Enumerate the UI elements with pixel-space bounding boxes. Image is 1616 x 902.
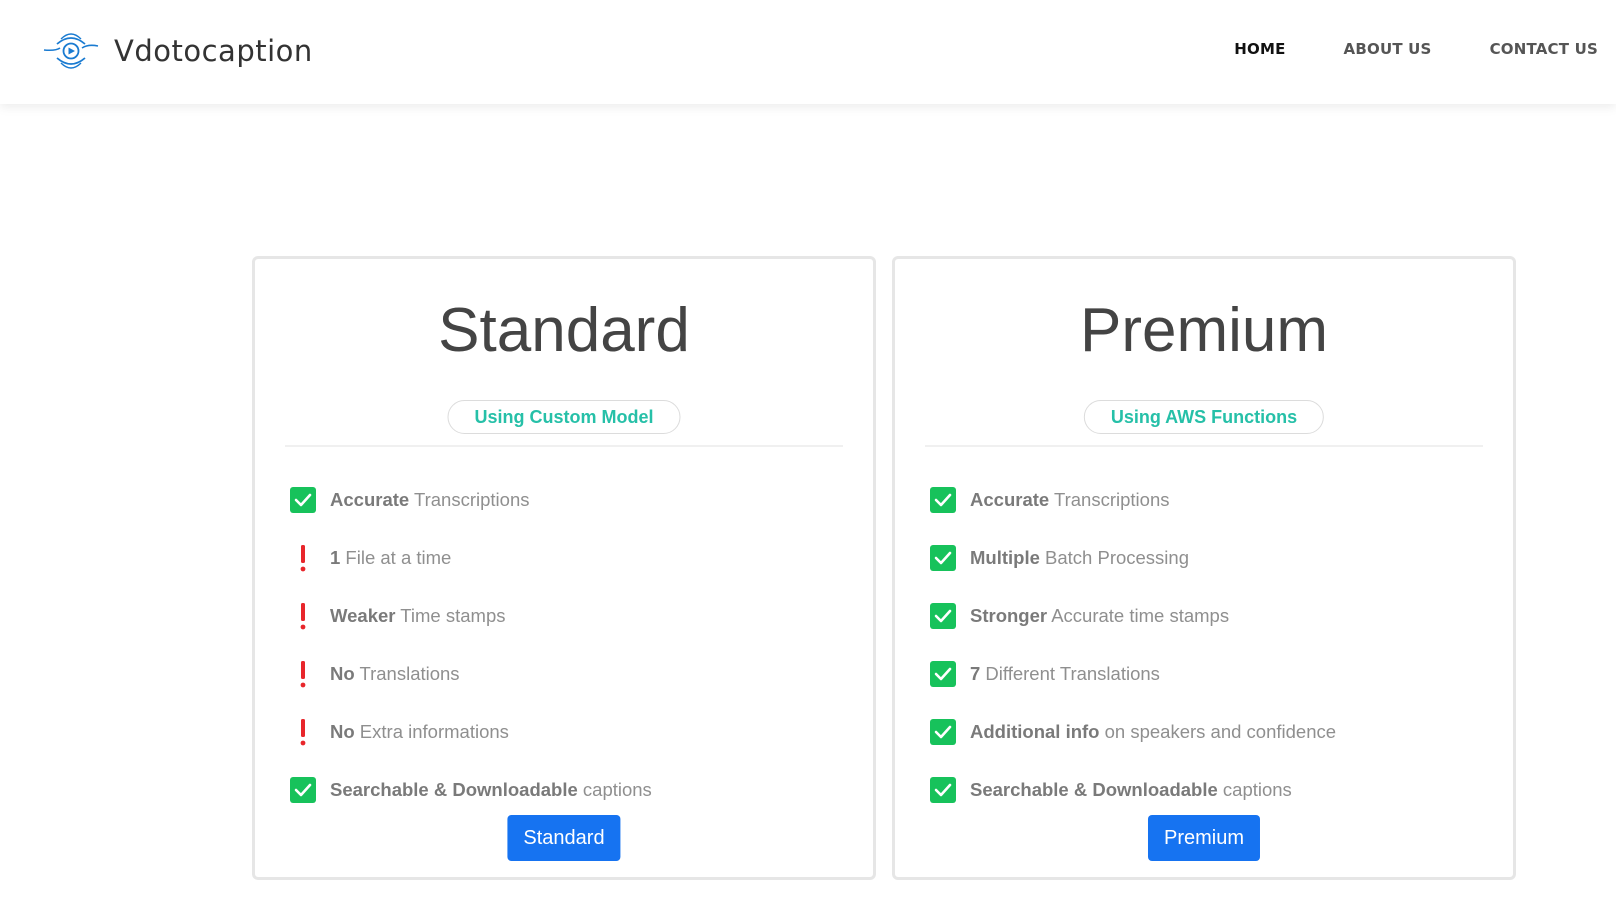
feature-detail: on speakers and confidence: [1099, 721, 1337, 742]
feature-item: Accurate Transcriptions: [290, 471, 652, 529]
exclamation-icon: [290, 718, 330, 746]
exclamation-icon: [290, 660, 330, 688]
plan-card-premium: Premium Using AWS Functions Accurate Tra…: [892, 256, 1516, 880]
plan-card-standard: Standard Using Custom Model Accurate Tra…: [252, 256, 876, 880]
feature-highlight: Stronger: [970, 605, 1048, 626]
plan-title: Premium: [1079, 296, 1329, 365]
checkmark-icon: [290, 487, 330, 513]
feature-item: Multiple Batch Processing: [930, 529, 1336, 587]
select-premium-button[interactable]: Premium: [1147, 815, 1261, 861]
plan-badge: Using AWS Functions: [1083, 400, 1325, 434]
feature-highlight: No: [330, 721, 355, 742]
feature-item: Searchable & Downloadable captions: [930, 761, 1336, 819]
feature-text: Accurate Transcriptions: [330, 489, 529, 511]
feature-item: Additional info on speakers and confiden…: [930, 703, 1336, 761]
feature-text: No Translations: [330, 663, 460, 685]
feature-highlight: 7: [970, 663, 981, 684]
feature-highlight: No: [330, 663, 355, 684]
feature-highlight: 1: [330, 547, 341, 568]
feature-detail: Different Translations: [980, 663, 1160, 684]
checkmark-icon: [930, 719, 970, 745]
feature-item: Accurate Transcriptions: [930, 471, 1336, 529]
feature-text: Accurate Transcriptions: [970, 489, 1169, 511]
checkmark-icon: [930, 777, 970, 803]
feature-detail: captions: [1217, 779, 1292, 800]
feature-detail: Accurate time stamps: [1047, 605, 1230, 626]
feature-text: Weaker Time stamps: [330, 605, 505, 627]
feature-text: Searchable & Downloadable captions: [970, 779, 1292, 801]
checkmark-icon: [930, 603, 970, 629]
exclamation-icon: [290, 544, 330, 572]
feature-detail: Translations: [354, 663, 460, 684]
feature-list: Accurate Transcriptions 1 File at a time W…: [290, 471, 652, 819]
feature-highlight: Multiple: [970, 547, 1040, 568]
feature-text: Multiple Batch Processing: [970, 547, 1189, 569]
checkmark-icon: [930, 661, 970, 687]
main-nav: HOME ABOUT US CONTACT US: [1176, 40, 1598, 58]
feature-detail: Extra informations: [354, 721, 509, 742]
feature-text: 1 File at a time: [330, 547, 451, 569]
feature-text: 7 Different Translations: [970, 663, 1160, 685]
checkmark-icon: [290, 777, 330, 803]
feature-list: Accurate Transcriptions Multiple Batch Pr…: [930, 471, 1336, 819]
select-standard-button[interactable]: Standard: [507, 815, 621, 861]
eye-play-logo-icon: [43, 33, 99, 69]
brand-name: Vdotocaption: [114, 34, 313, 68]
exclamation-icon: [290, 602, 330, 630]
checkmark-icon: [930, 487, 970, 513]
feature-text: Additional info on speakers and confiden…: [970, 721, 1336, 743]
feature-item: No Extra informations: [290, 703, 652, 761]
feature-detail: File at a time: [340, 547, 452, 568]
feature-highlight: Additional info: [970, 721, 1100, 742]
feature-item: 7 Different Translations: [930, 645, 1336, 703]
feature-detail: Time stamps: [395, 605, 506, 626]
feature-highlight: Weaker: [330, 605, 396, 626]
feature-highlight: Accurate: [330, 489, 410, 510]
feature-detail: Batch Processing: [1039, 547, 1189, 568]
feature-item: 1 File at a time: [290, 529, 652, 587]
feature-text: No Extra informations: [330, 721, 509, 743]
nav-contact-link[interactable]: CONTACT US: [1490, 40, 1598, 58]
feature-item: No Translations: [290, 645, 652, 703]
feature-item: Searchable & Downloadable captions: [290, 761, 652, 819]
checkmark-icon: [930, 545, 970, 571]
nav-home-link[interactable]: HOME: [1234, 40, 1285, 58]
feature-detail: Transcriptions: [409, 489, 530, 510]
feature-highlight: Searchable & Downloadable: [970, 779, 1218, 800]
plan-badge: Using Custom Model: [447, 400, 681, 434]
feature-highlight: Searchable & Downloadable: [330, 779, 578, 800]
feature-detail: Transcriptions: [1049, 489, 1170, 510]
card-divider: [925, 445, 1483, 447]
feature-highlight: Accurate: [970, 489, 1050, 510]
feature-detail: captions: [577, 779, 652, 800]
top-navbar: Vdotocaption HOME ABOUT US CONTACT US: [0, 0, 1616, 104]
brand-link[interactable]: Vdotocaption: [42, 30, 313, 72]
feature-text: Searchable & Downloadable captions: [330, 779, 652, 801]
feature-item: Stronger Accurate time stamps: [930, 587, 1336, 645]
plan-title: Standard: [438, 296, 690, 365]
feature-item: Weaker Time stamps: [290, 587, 652, 645]
feature-text: Stronger Accurate time stamps: [970, 605, 1229, 627]
card-divider: [285, 445, 843, 447]
nav-about-link[interactable]: ABOUT US: [1344, 40, 1432, 58]
